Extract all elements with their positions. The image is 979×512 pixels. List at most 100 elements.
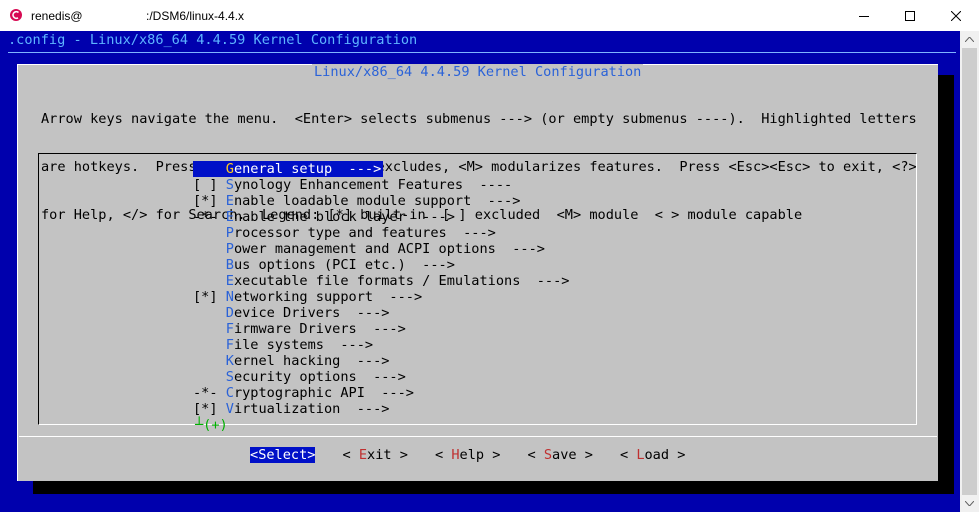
button-bracket: < bbox=[342, 447, 359, 463]
menu-item-label: -*- Cryptographic API ---> bbox=[193, 385, 414, 401]
menu-item[interactable]: Power management and ACPI options ---> bbox=[193, 241, 570, 257]
menu-item[interactable]: Device Drivers ---> bbox=[193, 305, 570, 321]
kconfig-dialog: Linux/x86_64 4.4.59 Kernel Configuration… bbox=[17, 64, 938, 481]
menu-item[interactable]: [*] Virtualization ---> bbox=[193, 401, 570, 417]
menu-item-label: [*] Virtualization ---> bbox=[193, 401, 389, 417]
button-hotkey: L bbox=[636, 447, 645, 463]
menu-item[interactable]: Firmware Drivers ---> bbox=[193, 321, 570, 337]
menu-item-hotkey: N bbox=[225, 289, 234, 305]
menu-item-text: irmware Drivers ---> bbox=[233, 321, 406, 337]
button-bracket: < bbox=[527, 447, 544, 463]
button-text: ave > bbox=[552, 447, 593, 463]
button-bracket: < bbox=[250, 447, 259, 463]
menu-item[interactable]: Bus options (PCI etc.) ---> bbox=[193, 257, 570, 273]
menu-item-text: ile systems ---> bbox=[233, 337, 374, 353]
menu-item-prefix bbox=[193, 161, 226, 177]
menu-item-text: irtualization ---> bbox=[233, 401, 390, 417]
menu-item-label: Bus options (PCI etc.) ---> bbox=[193, 257, 455, 273]
window-titlebar: renedis@ :/DSM6/linux-4.4.x bbox=[0, 0, 979, 31]
debian-swirl-icon bbox=[10, 9, 22, 21]
menu-item-label: [*] Enable loadable module support ---> bbox=[193, 193, 520, 209]
menu-item-prefix bbox=[193, 273, 226, 289]
minimize-button[interactable] bbox=[841, 0, 887, 31]
menu-item[interactable]: General setup ---> bbox=[193, 161, 570, 177]
menu-item-prefix bbox=[193, 257, 226, 273]
menu-item-text: us options (PCI etc.) ---> bbox=[233, 257, 455, 273]
menu-item-label: -*- Enable the block layer ---> bbox=[193, 209, 455, 225]
button-text: elp > bbox=[459, 447, 501, 463]
close-button[interactable] bbox=[933, 0, 979, 31]
menu-item-prefix: [*] bbox=[193, 401, 226, 417]
button-text: oad > bbox=[644, 447, 686, 463]
menu-item[interactable]: [ ] Synology Enhancement Features ---- bbox=[193, 177, 570, 193]
menu-item-prefix: -*- bbox=[193, 385, 226, 401]
menu-item-text: ecurity options ---> bbox=[233, 369, 406, 385]
close-icon bbox=[951, 10, 961, 21]
menu-item[interactable]: Kernel hacking ---> bbox=[193, 353, 570, 369]
menu-item-label: [*] Networking support ---> bbox=[193, 289, 422, 305]
menu-item-prefix: [*] bbox=[193, 289, 226, 305]
menu-item[interactable]: [*] Networking support ---> bbox=[193, 289, 570, 305]
menu-item-hotkey: K bbox=[225, 353, 234, 369]
menu-item[interactable]: Security options ---> bbox=[193, 369, 570, 385]
menu-item-label: Processor type and features ---> bbox=[193, 225, 496, 241]
menu-item-text: eneral setup ---> bbox=[233, 161, 382, 177]
button-bracket: < bbox=[619, 447, 637, 463]
maximize-icon bbox=[905, 10, 915, 21]
button-hotkey: H bbox=[451, 447, 460, 463]
menu-item-text: nable loadable module support ---> bbox=[233, 193, 521, 209]
scrollbar-thumb[interactable] bbox=[962, 48, 977, 495]
exit-button[interactable]: < Exit > bbox=[342, 447, 407, 463]
menu-item-prefix bbox=[193, 225, 226, 241]
menu-item-hotkey: V bbox=[225, 401, 234, 417]
menu-item-hotkey: G bbox=[225, 161, 234, 177]
help-button[interactable]: < Help > bbox=[435, 447, 500, 463]
vertical-scrollbar[interactable] bbox=[960, 31, 979, 512]
menu-item-prefix bbox=[193, 305, 226, 321]
button-bracket: < bbox=[434, 447, 452, 463]
dialog-shadow-right bbox=[937, 75, 954, 494]
menu-item-label: Security options ---> bbox=[193, 369, 406, 385]
menu-item[interactable]: -*- Cryptographic API ---> bbox=[193, 385, 570, 401]
menu-item-label: General setup ---> bbox=[193, 161, 384, 177]
menu-item[interactable]: [*] Enable loadable module support ---> bbox=[193, 193, 570, 209]
menu-item-label: Firmware Drivers ---> bbox=[193, 321, 406, 337]
menu-item-hotkey: C bbox=[225, 385, 234, 401]
menu-item-hotkey: B bbox=[225, 257, 234, 273]
menu-item[interactable]: Processor type and features ---> bbox=[193, 225, 570, 241]
menu-item-text: nable the block layer ---> bbox=[233, 209, 455, 225]
menu-item[interactable]: -*- Enable the block layer ---> bbox=[193, 209, 570, 225]
menu-item-prefix bbox=[193, 369, 226, 385]
terminal[interactable]: .config - Linux/x86_64 4.4.59 Kernel Con… bbox=[0, 31, 960, 512]
menu-item-text: evice Drivers ---> bbox=[233, 305, 390, 321]
menu-item-text: ynology Enhancement Features ---- bbox=[233, 177, 513, 193]
terminal-header: .config - Linux/x86_64 4.4.59 Kernel Con… bbox=[8, 32, 418, 48]
select-button[interactable]: <Select> bbox=[250, 447, 316, 463]
menu-item-prefix bbox=[193, 241, 226, 257]
button-text: xit > bbox=[367, 447, 408, 463]
menu-item-hotkey: P bbox=[225, 241, 234, 257]
menu-item-hotkey: F bbox=[225, 321, 234, 337]
scroll-down-button[interactable] bbox=[960, 495, 979, 512]
menu-item-prefix: -*- bbox=[193, 209, 226, 225]
scroll-up-button[interactable] bbox=[960, 31, 979, 48]
load-button[interactable]: < Load > bbox=[620, 447, 685, 463]
help-line: Arrow keys navigate the menu. <Enter> se… bbox=[41, 111, 917, 127]
menu-item[interactable]: File systems ---> bbox=[193, 337, 570, 353]
menu-item-text: ower management and ACPI options ---> bbox=[233, 241, 545, 257]
menu-item-label: Device Drivers ---> bbox=[193, 305, 390, 321]
button-separator bbox=[19, 436, 937, 437]
menu-item-text: ernel hacking ---> bbox=[233, 353, 390, 369]
chevron-down-icon bbox=[965, 501, 974, 506]
menu-item-hotkey: P bbox=[225, 225, 234, 241]
dialog-shadow-bottom bbox=[33, 480, 954, 494]
save-button[interactable]: < Save > bbox=[527, 447, 592, 463]
menu-item-text: ryptographic API ---> bbox=[233, 385, 414, 401]
dialog-title: Linux/x86_64 4.4.59 Kernel Configuration bbox=[312, 64, 644, 80]
menu-item[interactable]: Executable file formats / Emulations ---… bbox=[193, 273, 570, 289]
window-title-user: renedis@ bbox=[31, 9, 83, 23]
maximize-button[interactable] bbox=[887, 0, 933, 31]
minimize-icon bbox=[859, 15, 869, 17]
menu-item-hotkey: E bbox=[225, 273, 234, 289]
menu-item-prefix bbox=[193, 337, 226, 353]
